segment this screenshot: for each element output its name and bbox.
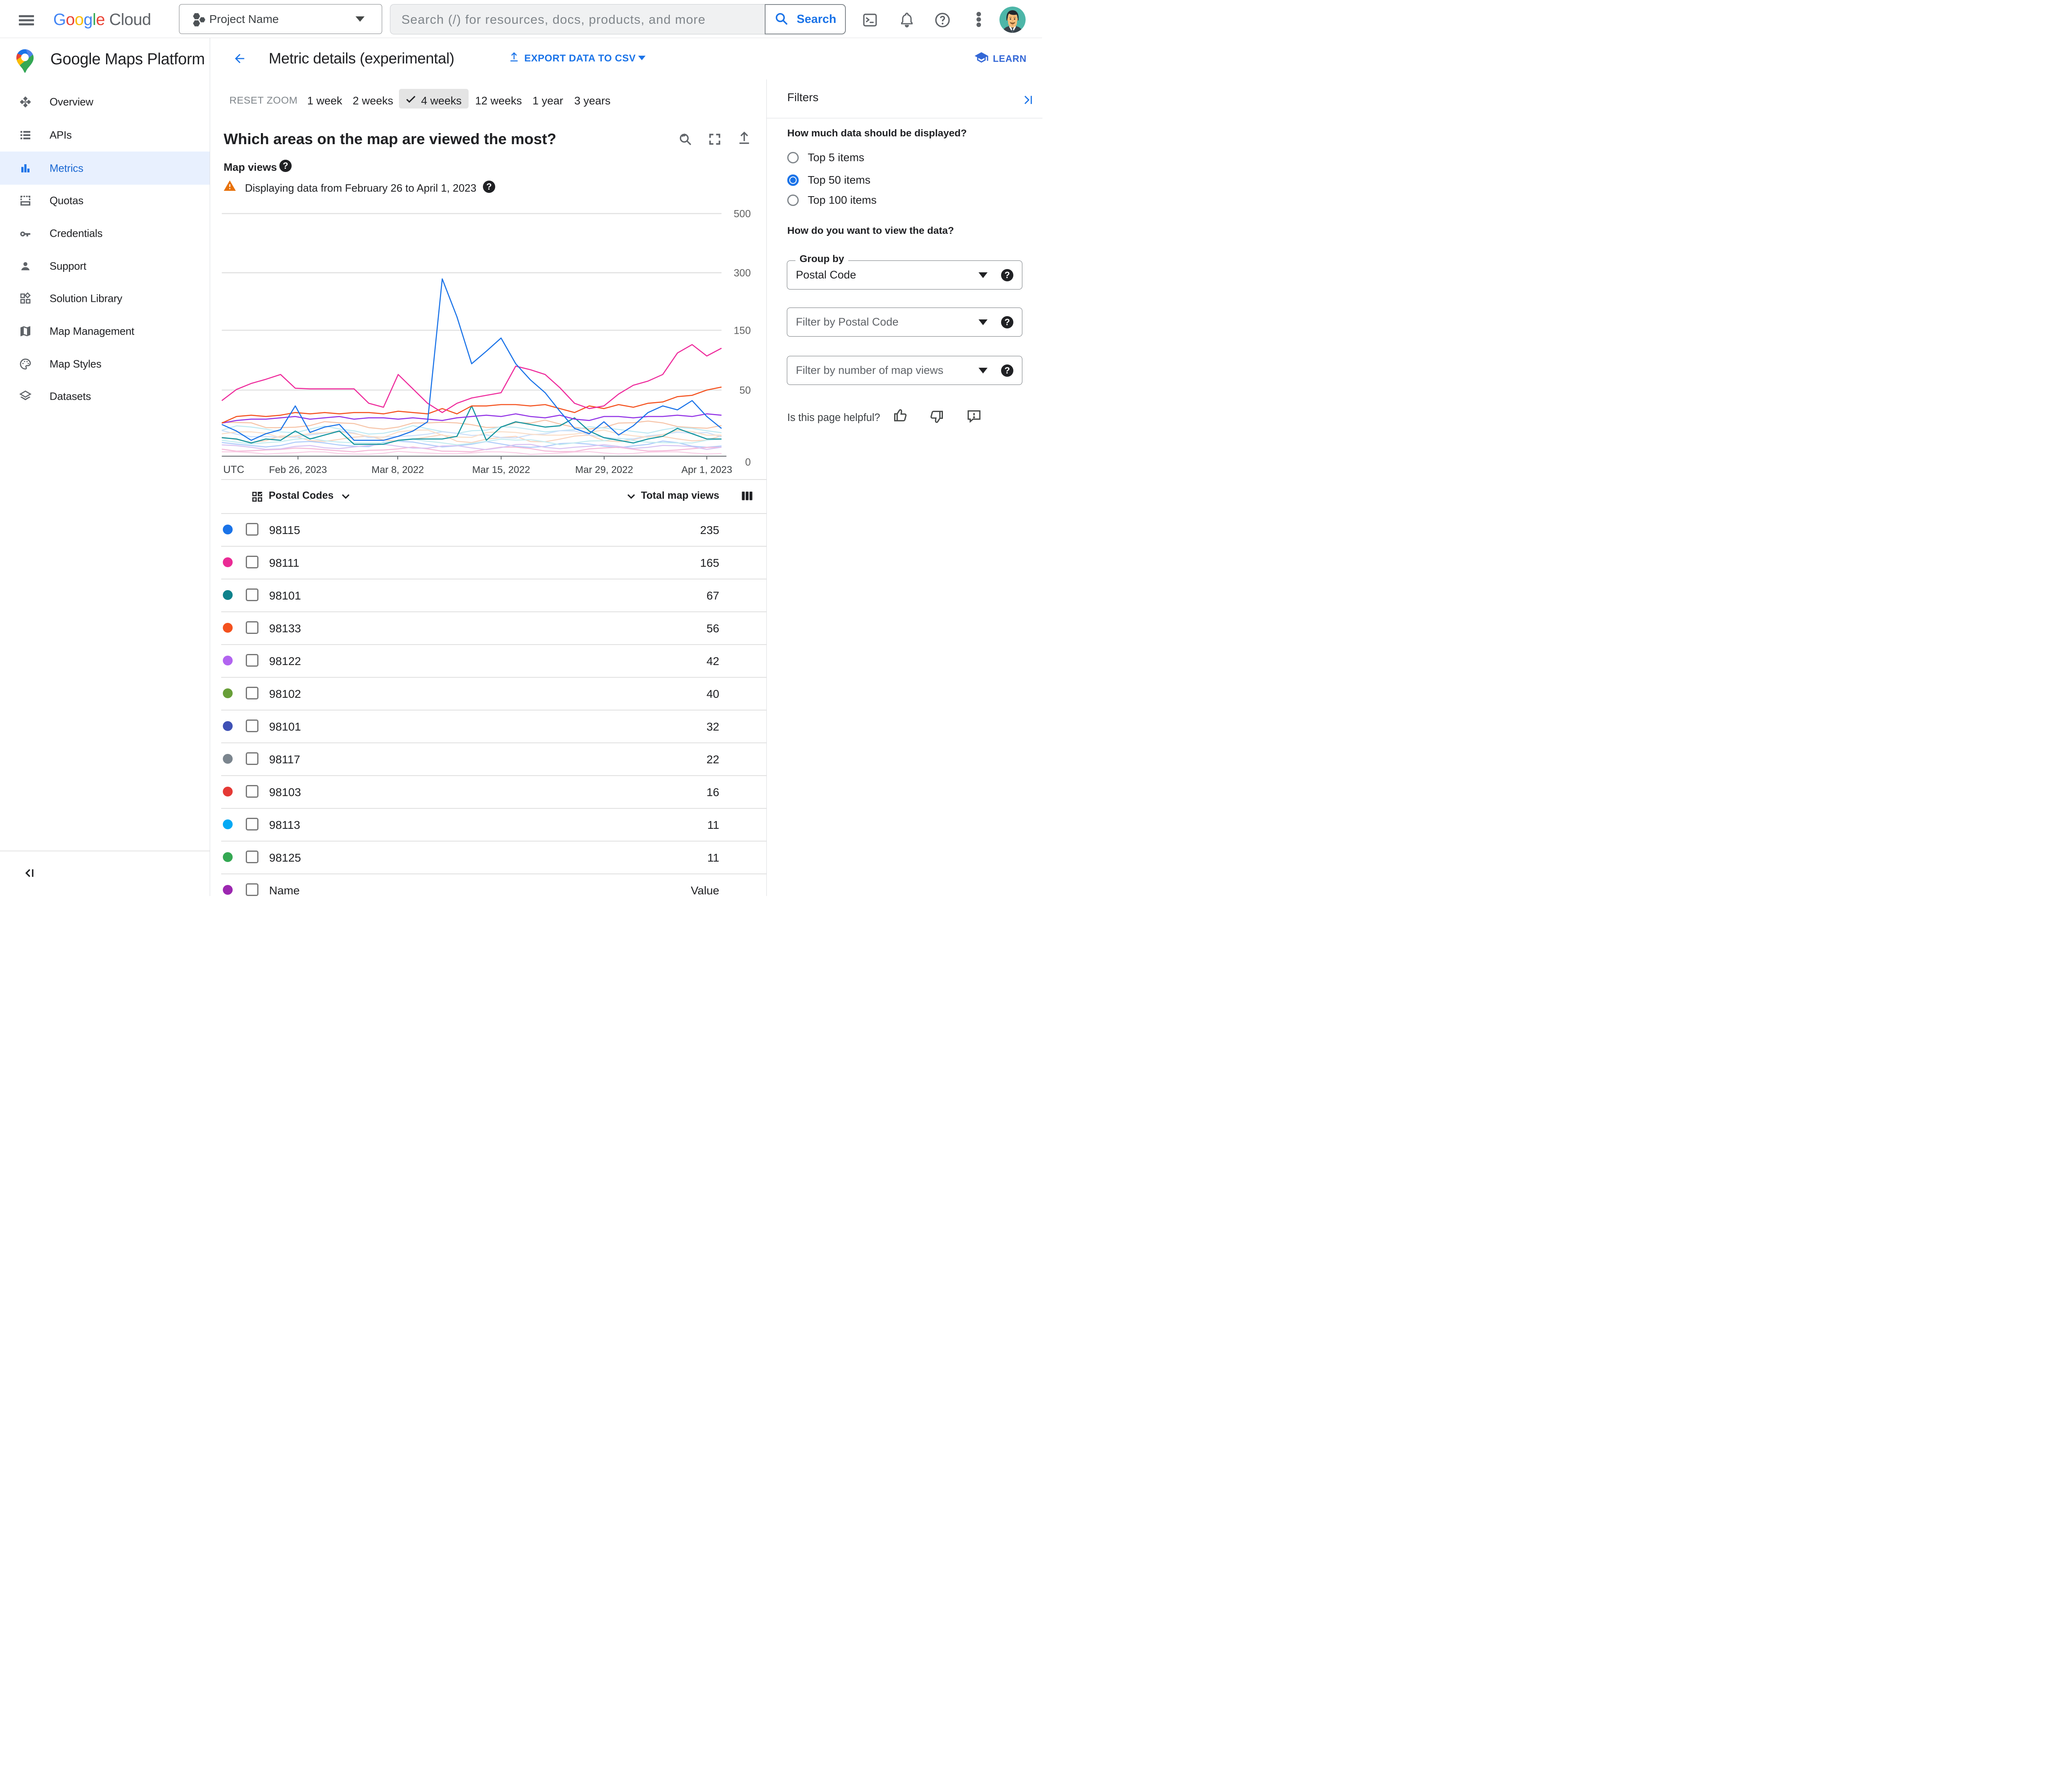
svg-text:UTC: UTC [223,464,244,475]
svg-text:Feb 26, 2023: Feb 26, 2023 [269,464,327,475]
svg-text:50: 50 [739,385,751,396]
svg-text:500: 500 [734,208,751,220]
svg-text:Apr 1, 2023: Apr 1, 2023 [681,464,732,475]
svg-text:300: 300 [734,267,751,279]
svg-text:150: 150 [734,325,751,337]
svg-text:Mar 8, 2022: Mar 8, 2022 [372,464,424,475]
svg-text:Mar 29, 2022: Mar 29, 2022 [575,464,633,475]
svg-text:0: 0 [745,457,751,468]
svg-text:Mar 15, 2022: Mar 15, 2022 [472,464,530,475]
